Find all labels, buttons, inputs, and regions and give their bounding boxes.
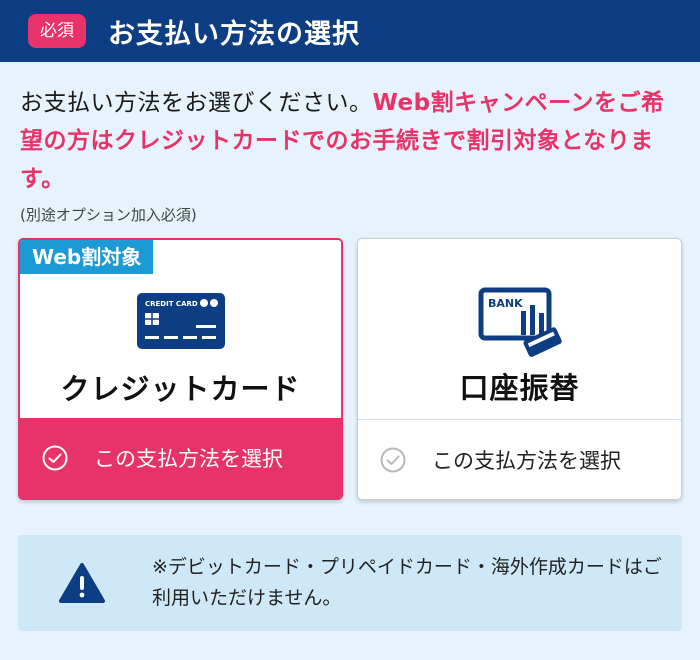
page-header: 必須 お支払い方法の選択 (0, 0, 700, 62)
bank-icon-text: BANK (488, 297, 523, 310)
page-title: お支払い方法の選択 (108, 18, 360, 50)
select-label: この支払方法を選択 (432, 448, 621, 473)
warning-text: ※デビットカード・プリペイドカード・海外作成カードはご利用いただけません。 (152, 556, 662, 609)
credit-card-icon: CREDIT CARD (136, 293, 225, 349)
select-bank-transfer-button[interactable]: この支払方法を選択 (358, 419, 681, 499)
warning-icon (59, 563, 105, 603)
warning-notice: ※デビットカード・プリペイドカード・海外作成カードはご利用いただけません。 (18, 535, 682, 631)
select-credit-card-button[interactable]: この支払方法を選択 (20, 418, 341, 498)
required-badge: 必須 (28, 14, 86, 48)
check-circle-icon (380, 447, 406, 472)
card-top: BANK 口座振替 (358, 239, 681, 419)
payment-card-bank-transfer[interactable]: BANK 口座振替 この支払方法を選択 (357, 238, 682, 500)
web-discount-tag: Web割対象 (20, 240, 154, 274)
check-circle-icon (42, 445, 68, 471)
payment-card-credit[interactable]: Web割対象 CREDIT CARD クレジットカード この支払方法を選択 (18, 238, 343, 500)
credit-card-icon-text: CREDIT CARD (145, 300, 198, 308)
bank-transfer-icon: BANK (478, 287, 562, 357)
select-label: この支払方法を選択 (94, 447, 283, 471)
payment-method-options: Web割対象 CREDIT CARD クレジットカード この支払方法を選択 BA… (0, 238, 700, 528)
card-top: Web割対象 CREDIT CARD クレジットカード (20, 240, 341, 420)
intro-normal-text: お支払い方法をお選びください。 (20, 90, 373, 116)
intro-text: お支払い方法をお選びください。Web割キャンペーンをご希望の方はクレジットカード… (0, 62, 700, 198)
option-note: (別途オプション加入必須) (20, 206, 197, 224)
card-name: クレジットカード (60, 372, 301, 406)
card-name: 口座振替 (459, 371, 580, 405)
